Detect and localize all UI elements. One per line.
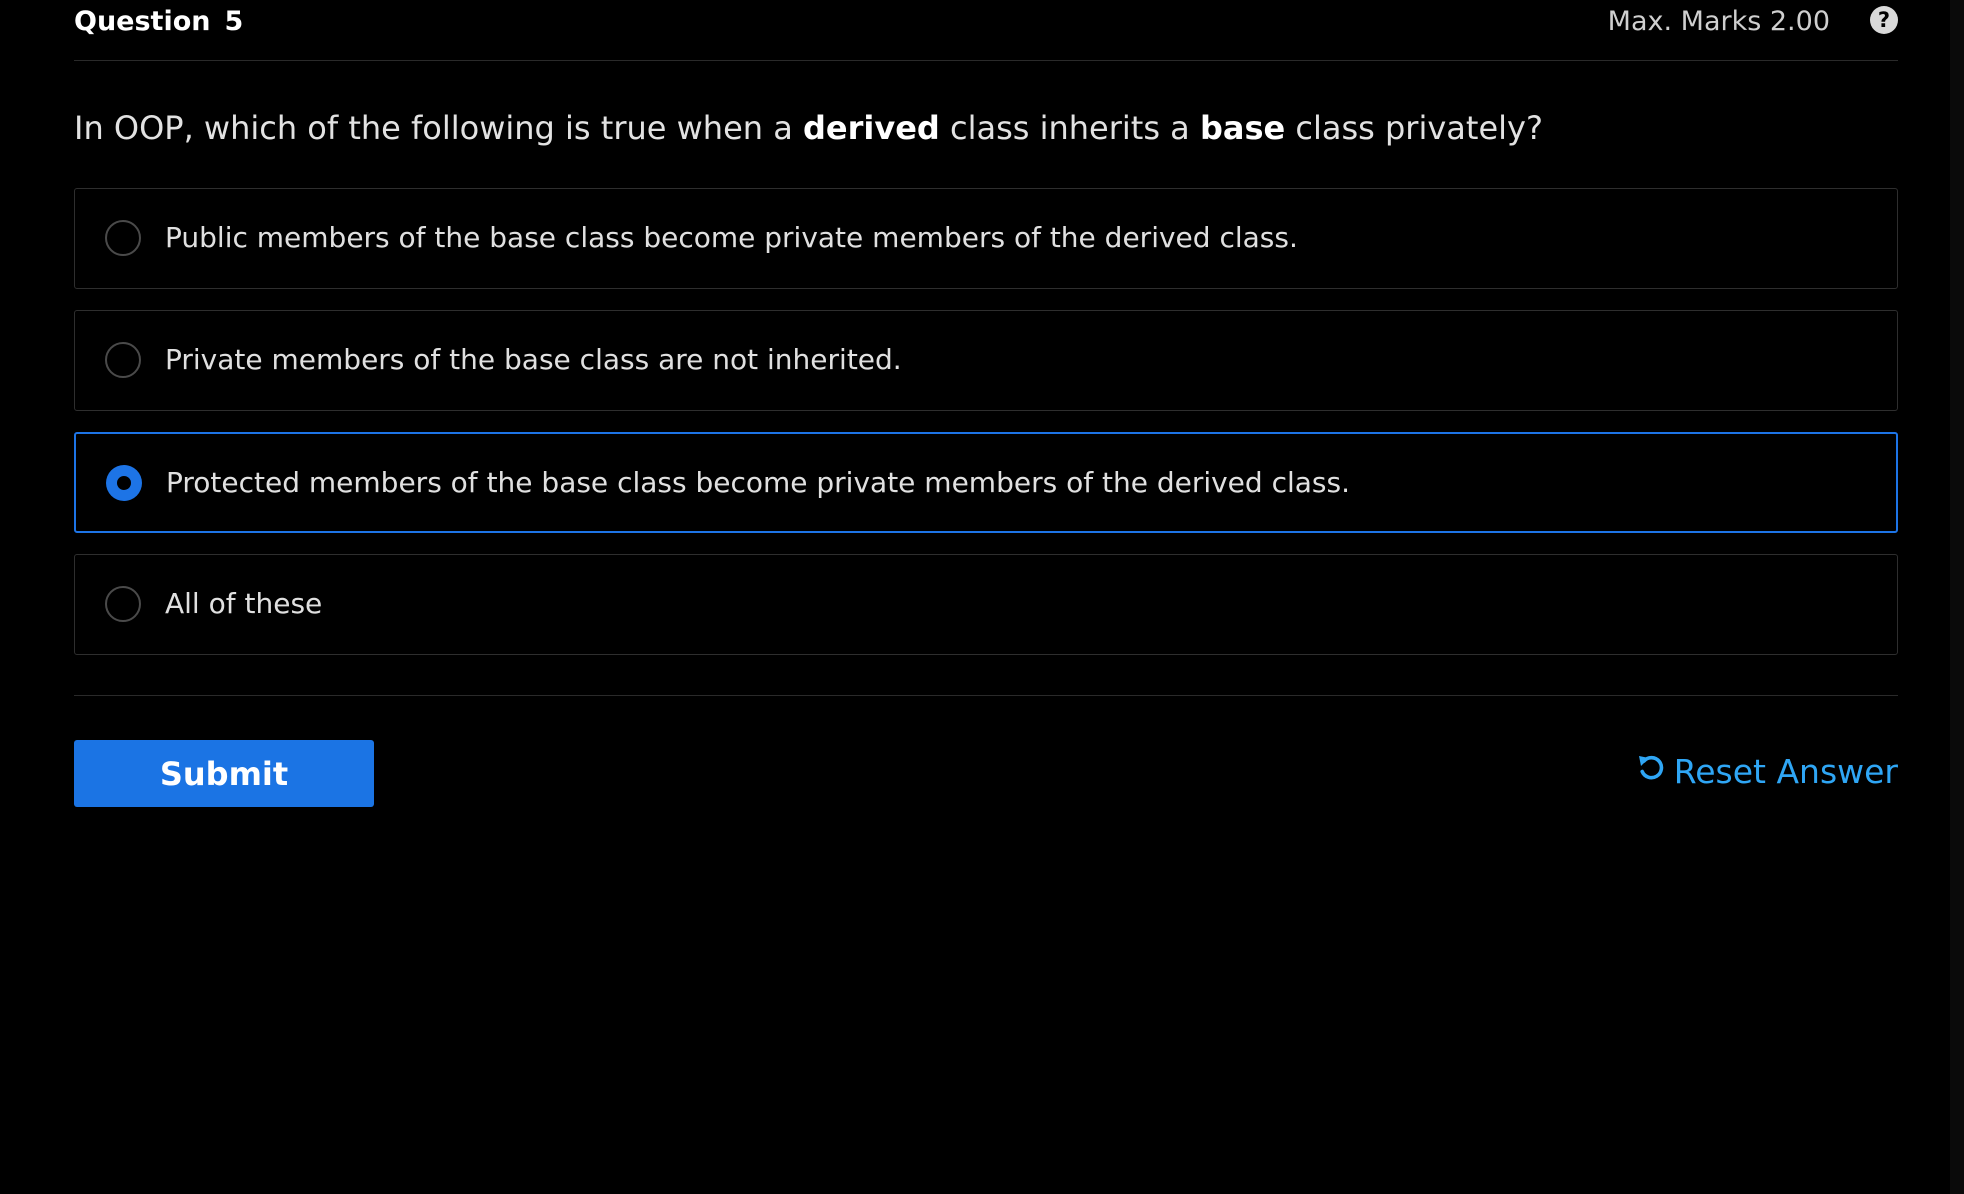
answer-options: Public members of the base class become …: [74, 188, 1898, 676]
answer-option-label: Public members of the base class become …: [165, 221, 1298, 254]
radio-button[interactable]: [106, 465, 142, 501]
reset-answer-label: Reset Answer: [1673, 752, 1898, 791]
scrollbar[interactable]: [1950, 0, 1964, 1194]
question-text-part: class privately?: [1285, 109, 1543, 147]
question-text-part: class inherits a: [939, 109, 1200, 147]
submit-button[interactable]: Submit: [74, 740, 374, 807]
question-label: Question: [74, 6, 211, 37]
answer-option-label: Protected members of the base class beco…: [166, 466, 1350, 499]
answer-option-2[interactable]: Private members of the base class are no…: [74, 310, 1898, 411]
question-keyword-derived: derived: [802, 109, 940, 147]
question-title: Question 5: [74, 6, 243, 38]
answer-option-label: All of these: [165, 587, 323, 620]
question-header: Question 5 Max. Marks 2.00 ?: [74, 0, 1898, 61]
quiz-page: Question 5 Max. Marks 2.00 ? In OOP, whic…: [0, 0, 1964, 1194]
answer-option-1[interactable]: Public members of the base class become …: [74, 188, 1898, 289]
answer-option-3[interactable]: Protected members of the base class beco…: [74, 432, 1898, 533]
help-icon[interactable]: ?: [1870, 6, 1898, 34]
question-text-part: In OOP, which of the following is true w…: [74, 109, 803, 147]
reset-answer-link[interactable]: Reset Answer: [1636, 748, 1898, 796]
max-marks: Max. Marks 2.00: [1607, 6, 1830, 37]
question-text: In OOP, which of the following is true w…: [74, 106, 1543, 150]
divider: [74, 695, 1898, 696]
radio-button[interactable]: [105, 342, 141, 378]
question-number: 5: [224, 6, 244, 37]
answer-option-label: Private members of the base class are no…: [165, 343, 902, 376]
radio-button[interactable]: [105, 220, 141, 256]
radio-button[interactable]: [105, 586, 141, 622]
question-keyword-base: base: [1199, 109, 1286, 147]
answer-option-4[interactable]: All of these: [74, 554, 1898, 655]
undo-icon: [1636, 747, 1666, 795]
